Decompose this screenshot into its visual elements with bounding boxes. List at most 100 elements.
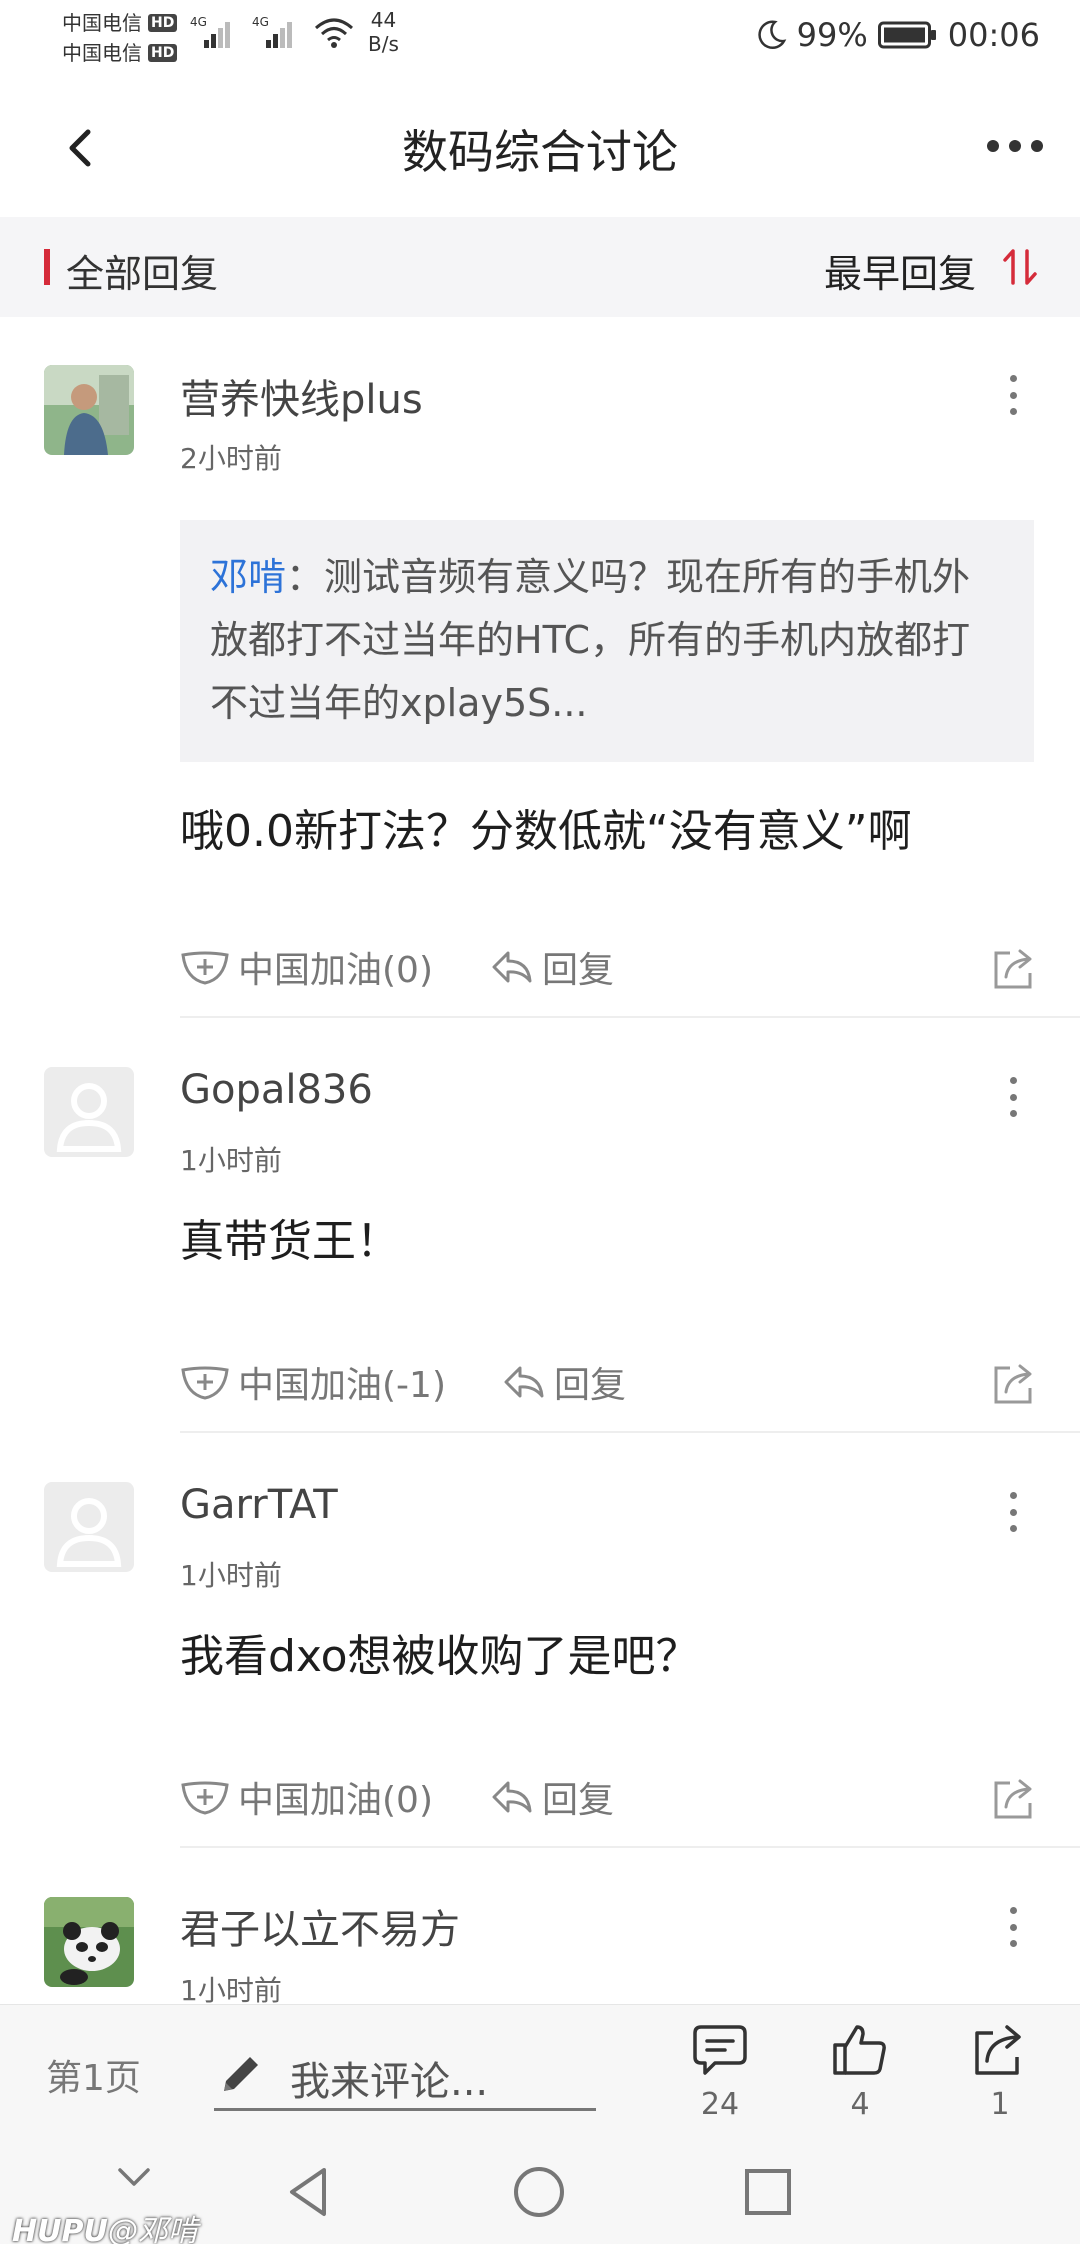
- net-speed: 44 B/s: [368, 8, 399, 56]
- status-right: 99% 00:06: [755, 16, 1040, 54]
- shares-count: 1: [990, 2087, 1010, 2122]
- status-bar: 中国电信 HD 中国电信 HD 4G 4G 44 B/s 99% 00:06: [0, 0, 1080, 80]
- default-avatar-icon: [44, 1482, 134, 1572]
- more-options-button[interactable]: [980, 126, 1050, 166]
- reply-icon: [492, 1781, 532, 1813]
- network-type: 4G: [252, 15, 269, 29]
- nav-recents-icon[interactable]: [738, 2162, 798, 2222]
- comment-time: 1小时前: [180, 1974, 282, 2004]
- share-icon[interactable]: [990, 943, 1040, 993]
- reply-button[interactable]: 回复: [502, 1352, 626, 1412]
- cheer-button[interactable]: 中国加油(0): [180, 937, 433, 997]
- reply-icon: [492, 951, 532, 983]
- battery-percent: 99%: [796, 16, 868, 54]
- dot-icon: [1009, 1907, 1017, 1914]
- sort-icon[interactable]: [1000, 247, 1040, 287]
- comment-bubble-icon: [693, 2025, 747, 2075]
- all-replies-label: 全部回复: [66, 252, 219, 296]
- avatar[interactable]: [44, 365, 134, 455]
- dot-icon: [1009, 391, 1017, 399]
- signal-icon: 4G: [252, 15, 292, 48]
- carrier-1: 中国电信: [62, 11, 142, 35]
- watermark-brand: HUPU: [12, 2214, 108, 2244]
- comment-menu-button[interactable]: [998, 1907, 1028, 1947]
- quote-text: ：测试音频有意义吗？现在所有的手机外放都打不过当年的HTC，所有的手机内放都打不…: [210, 555, 971, 725]
- quoted-reply[interactable]: 邓啃：测试音频有意义吗？现在所有的手机外放都打不过当年的HTC，所有的手机内放都…: [180, 520, 1034, 762]
- share-icon[interactable]: [990, 1358, 1040, 1408]
- dot-icon: [1009, 1492, 1017, 1499]
- battery-icon: [877, 21, 936, 49]
- filter-accent-mark: [44, 249, 50, 285]
- watermark-user: @邓啃: [107, 2214, 198, 2244]
- comment-menu-button[interactable]: [998, 1077, 1028, 1117]
- system-nav-bar: HUPU@邓啃: [0, 2138, 1080, 2244]
- dot-icon: [1009, 375, 1017, 382]
- dot-icon: [1009, 1508, 1017, 1516]
- reply-label: 回复: [554, 1365, 627, 1406]
- nav-back-icon[interactable]: [280, 2162, 340, 2222]
- comment-actions: 中国加油(-1) 回复: [180, 1352, 1040, 1412]
- avatar[interactable]: [44, 1067, 134, 1157]
- comment-actions: 中国加油(0) 回复: [180, 937, 1040, 997]
- thumbs-up-icon: [833, 2025, 886, 2075]
- like-button[interactable]: 4: [820, 2021, 900, 2122]
- reply-label: 回复: [542, 1780, 615, 1821]
- dot-icon: [1009, 1940, 1017, 1947]
- username[interactable]: Gopal836: [180, 1067, 373, 1113]
- page-indicator[interactable]: 第1页: [46, 2049, 141, 2101]
- comment-time: 1小时前: [180, 1559, 282, 1592]
- dot-icon: [1009, 408, 1017, 415]
- default-avatar-icon: [44, 1067, 134, 1157]
- reply-label: 回复: [542, 950, 615, 991]
- comment-body: 真带货王！: [180, 1216, 400, 1267]
- hd-badge: HD: [148, 14, 178, 32]
- wifi-icon: [315, 18, 353, 48]
- moon-icon: [758, 20, 786, 50]
- username[interactable]: 营养快线plus: [180, 367, 423, 425]
- net-speed-value: 44: [370, 8, 397, 32]
- network-type: 4G: [190, 15, 207, 29]
- comment-actions: 中国加油(0) 回复: [180, 1767, 1040, 1827]
- nav-home-icon[interactable]: [509, 2162, 569, 2222]
- avatar[interactable]: [44, 1482, 134, 1572]
- share-button[interactable]: 1: [960, 2021, 1040, 2122]
- cheer-icon: [181, 1781, 229, 1815]
- comment-menu-button[interactable]: [998, 1492, 1028, 1532]
- comments-count: 24: [700, 2087, 740, 2122]
- more-dot-icon: [987, 140, 999, 152]
- comments-count-button[interactable]: 24: [680, 2021, 760, 2122]
- username[interactable]: 君子以立不易方: [180, 1897, 460, 1955]
- more-dot-icon: [1009, 140, 1021, 152]
- cheer-button[interactable]: 中国加油(0): [180, 1767, 433, 1827]
- comment-item: GarrTAT 1小时前 我看dxo想被收购了是吧？ 中国加油(0) 回复: [0, 1432, 1080, 1848]
- comment-body: 哦0.0新打法？分数低就“没有意义”啊: [180, 806, 912, 857]
- signal-icon: 4G: [190, 15, 230, 48]
- share-icon: [975, 2025, 1021, 2075]
- cheer-label: 中国加油(-1): [238, 1365, 446, 1406]
- comment-time: 1小时前: [180, 1144, 282, 1177]
- reply-button[interactable]: 回复: [490, 937, 614, 997]
- cheer-icon: [181, 951, 229, 985]
- comment-input[interactable]: 我来评论...: [214, 2031, 596, 2111]
- panda-avatar-icon: [44, 1897, 134, 1987]
- dot-icon: [1009, 1093, 1017, 1101]
- comment-body: 我看dxo想被收购了是吧？: [180, 1631, 700, 1682]
- reply-button[interactable]: 回复: [490, 1767, 614, 1827]
- share-icon[interactable]: [990, 1773, 1040, 1823]
- sort-earliest-button[interactable]: 最早回复: [824, 243, 976, 298]
- watermark: HUPU@邓啃: [12, 2206, 198, 2244]
- dot-icon: [1009, 1923, 1017, 1931]
- carrier-info: 中国电信 HD 中国电信 HD: [62, 8, 178, 68]
- avatar[interactable]: [44, 1897, 134, 1987]
- net-speed-unit: B/s: [368, 32, 399, 56]
- likes-count: 4: [850, 2087, 870, 2122]
- more-dot-icon: [1031, 140, 1043, 152]
- reply-icon: [504, 1366, 544, 1398]
- quote-author[interactable]: 邓啃: [210, 555, 286, 599]
- username[interactable]: GarrTAT: [180, 1482, 338, 1528]
- comment-time: 2小时前: [180, 442, 282, 475]
- chevron-down-icon[interactable]: [104, 2158, 164, 2198]
- clock: 00:06: [947, 16, 1040, 54]
- cheer-button[interactable]: 中国加油(-1): [180, 1352, 446, 1412]
- comment-menu-button[interactable]: [998, 375, 1028, 415]
